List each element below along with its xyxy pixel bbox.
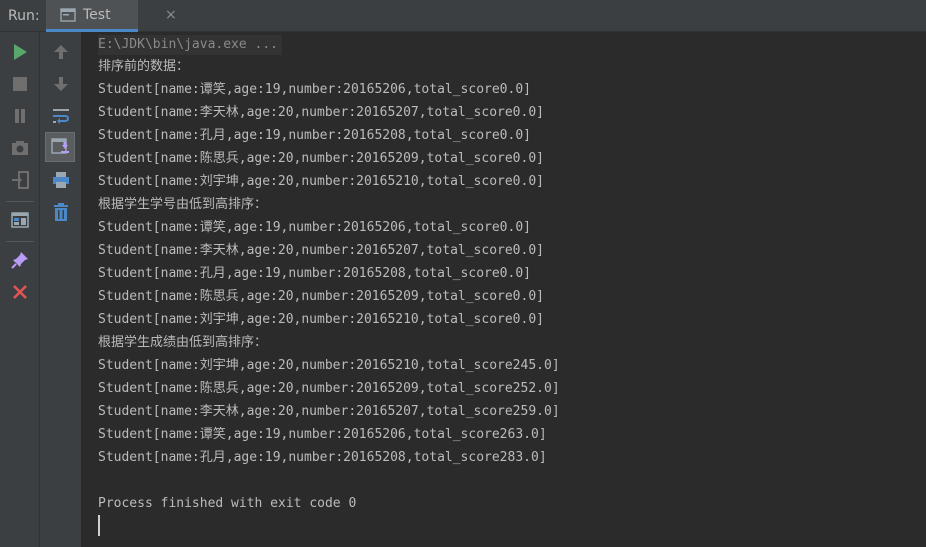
console-line: Student[name:谭笑,age:19,number:20165206,t… — [98, 82, 531, 97]
up-arrow-icon — [54, 45, 68, 59]
tab-label: Test — [83, 7, 111, 23]
clear-all-button[interactable] — [48, 199, 74, 225]
toolbar-separator — [6, 241, 34, 242]
run-label: Run: — [8, 8, 40, 24]
trash-icon — [54, 203, 68, 221]
soft-wrap-button[interactable] — [48, 103, 74, 129]
print-icon — [53, 172, 69, 188]
console-window-icon — [60, 8, 76, 22]
run-tool-window: Run: Test × E:\JDK\bin\java.exe ... 排序前的… — [0, 0, 926, 547]
close-icon — [13, 285, 27, 299]
tab-close-icon[interactable]: × — [165, 8, 177, 22]
pause-icon — [15, 109, 25, 123]
console-line: Student[name:刘宇坤,age:20,number:20165210,… — [98, 312, 544, 327]
console-line: Student[name:孔月,age:19,number:20165208,t… — [98, 128, 531, 143]
console-output[interactable]: E:\JDK\bin\java.exe ... 排序前的数据： Student[… — [82, 32, 926, 547]
soft-wrap-icon — [53, 109, 70, 124]
console-line: 排序前的数据： — [98, 59, 190, 74]
previous-occurrence-button[interactable] — [48, 39, 74, 65]
exit-icon — [12, 171, 29, 189]
camera-dump-icon — [12, 141, 28, 155]
rerun-button[interactable] — [7, 39, 33, 65]
console-line: 根据学生学号由低到高排序： — [98, 197, 268, 212]
scroll-to-end-button[interactable] — [45, 132, 75, 162]
console-command-line[interactable]: E:\JDK\bin\java.exe ... — [98, 35, 283, 55]
stop-icon — [13, 77, 27, 91]
console-line: Student[name:刘宇坤,age:20,number:20165210,… — [98, 174, 544, 189]
pin-tab-button[interactable] — [7, 247, 33, 273]
layout-icon — [11, 212, 29, 228]
console-line: Student[name:李天林,age:20,number:20165207,… — [98, 105, 544, 120]
console-line: Student[name:谭笑,age:19,number:20165206,t… — [98, 220, 531, 235]
next-occurrence-button[interactable] — [48, 71, 74, 97]
scroll-to-end-icon — [51, 138, 69, 154]
dump-threads-button[interactable] — [7, 135, 33, 161]
process-exit-line: Process finished with exit code 0 — [98, 496, 357, 511]
console-line: Student[name:陈思兵,age:20,number:20165209,… — [98, 381, 560, 396]
pin-icon — [11, 252, 28, 269]
close-run-button[interactable] — [7, 279, 33, 305]
down-arrow-icon — [54, 77, 68, 91]
print-button[interactable] — [48, 167, 74, 193]
run-toolbar-primary — [0, 32, 40, 547]
console-line: 根据学生成绩由低到高排序： — [98, 335, 268, 350]
console-line: Student[name:孔月,age:19,number:20165208,t… — [98, 450, 547, 465]
text-cursor — [98, 515, 100, 536]
console-line: Student[name:李天林,age:20,number:20165207,… — [98, 243, 544, 258]
rerun-icon — [14, 44, 27, 60]
console-line: Student[name:谭笑,age:19,number:20165206,t… — [98, 427, 547, 442]
restore-layout-button[interactable] — [7, 207, 33, 233]
console-line: Student[name:陈思兵,age:20,number:20165209,… — [98, 289, 544, 304]
run-toolbar-secondary — [40, 32, 82, 547]
toolbar-separator — [6, 201, 34, 202]
console-line: Student[name:李天林,age:20,number:20165207,… — [98, 404, 560, 419]
tab-test[interactable]: Test × — [46, 0, 177, 32]
run-header-bar: Run: Test × — [0, 0, 926, 32]
stop-button[interactable] — [7, 71, 33, 97]
console-line: Student[name:陈思兵,age:20,number:20165209,… — [98, 151, 544, 166]
console-line: Student[name:孔月,age:19,number:20165208,t… — [98, 266, 531, 281]
exit-button[interactable] — [7, 167, 33, 193]
console-line: Student[name:刘宇坤,age:20,number:20165210,… — [98, 358, 560, 373]
pause-button[interactable] — [7, 103, 33, 129]
